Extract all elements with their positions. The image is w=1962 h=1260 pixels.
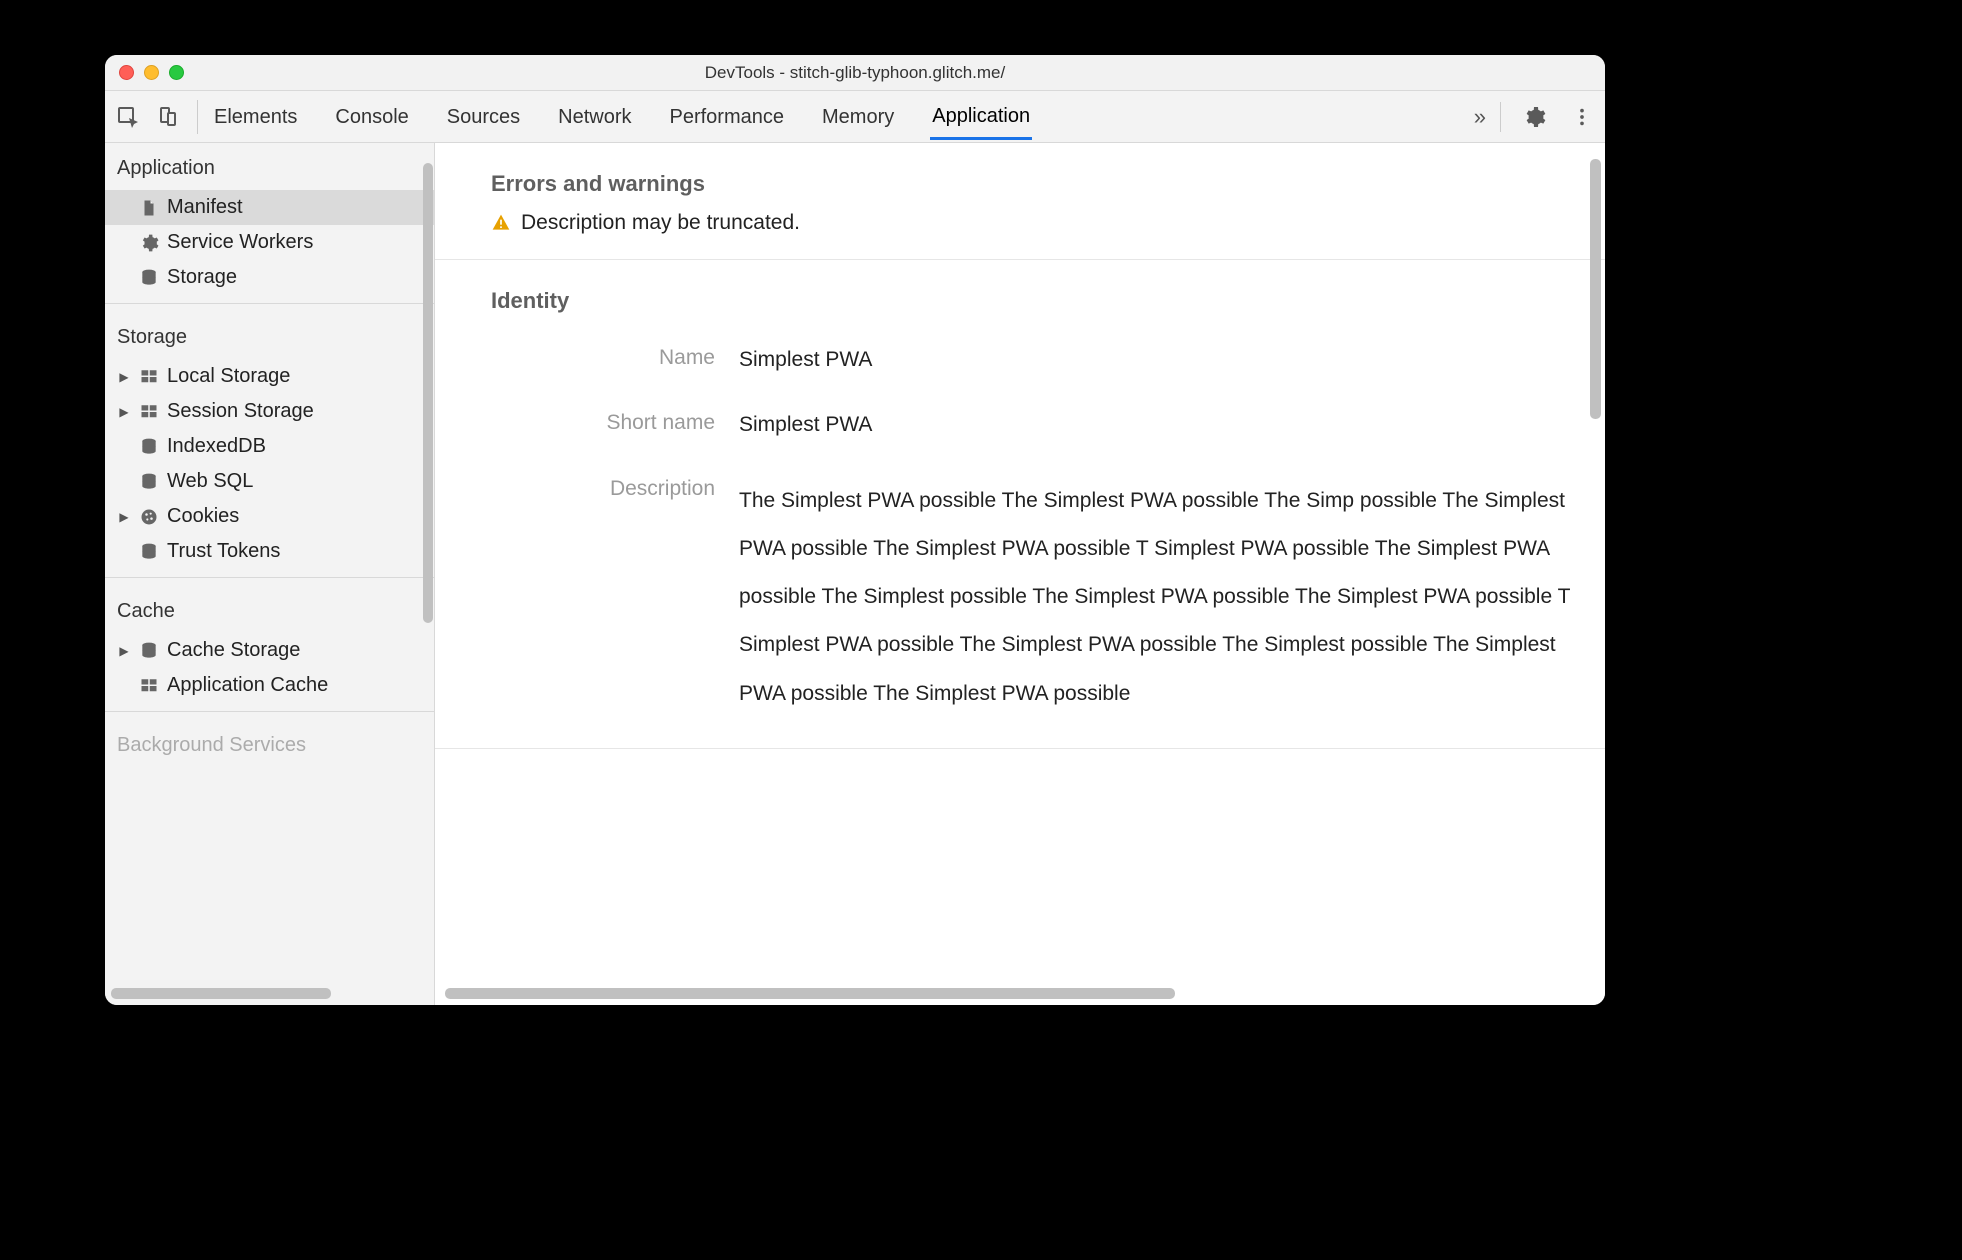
cookie-icon	[139, 507, 159, 527]
warning-icon	[491, 213, 511, 233]
database-icon	[139, 437, 159, 457]
database-icon	[139, 268, 159, 288]
device-toolbar-icon[interactable]	[153, 102, 183, 132]
sidebar-item-label: Cache Storage	[167, 639, 300, 662]
table-icon	[139, 368, 159, 386]
sidebar-h-scrollbar-thumb[interactable]	[111, 988, 331, 999]
database-icon	[139, 472, 159, 492]
sidebar-section-faded: Background Services	[105, 720, 434, 757]
section-divider	[435, 748, 1605, 749]
panel-body: Application Manifest Service Workers Storag…	[105, 143, 1605, 1005]
short-name-value: Simplest PWA	[739, 411, 1605, 438]
sidebar-item-label: IndexedDB	[167, 435, 266, 458]
sidebar-item-label: Application Cache	[167, 674, 328, 697]
name-label: Name	[435, 346, 715, 373]
tab-application[interactable]: Application	[930, 93, 1032, 140]
window-title: DevTools - stitch-glib-typhoon.glitch.me…	[105, 63, 1605, 83]
table-icon	[139, 403, 159, 421]
tab-console[interactable]: Console	[333, 94, 410, 139]
sidebar-divider	[105, 711, 434, 712]
sidebar-section-header: Application	[105, 143, 434, 190]
application-sidebar[interactable]: Application Manifest Service Workers Storag…	[105, 143, 435, 1005]
close-window-button[interactable]	[119, 65, 134, 80]
main-scrollbar-thumb[interactable]	[1590, 159, 1601, 419]
traffic-lights	[119, 65, 184, 80]
panel-tabs: Elements Console Sources Network Performance…	[212, 93, 1032, 140]
manifest-panel: Errors and warnings Description may be t…	[435, 143, 1605, 1005]
sidebar-item-label: Local Storage	[167, 365, 290, 388]
errors-heading: Errors and warnings	[435, 143, 1605, 205]
inspect-element-icon[interactable]	[113, 102, 143, 132]
sidebar-item-label: Service Workers	[167, 231, 313, 254]
file-icon	[139, 198, 159, 218]
sidebar-item-label: Manifest	[167, 196, 243, 219]
sidebar-item-local-storage[interactable]: ▶ Local Storage	[105, 359, 434, 394]
sidebar-scrollbar-thumb[interactable]	[423, 163, 433, 623]
table-icon	[139, 677, 159, 695]
sidebar-item-manifest[interactable]: Manifest	[105, 190, 434, 225]
main-h-scrollbar[interactable]	[435, 988, 1605, 999]
tab-performance[interactable]: Performance	[668, 94, 787, 139]
sidebar-item-indexeddb[interactable]: IndexedDB	[105, 429, 434, 464]
tab-network[interactable]: Network	[556, 94, 633, 139]
tree-disclosure-icon[interactable]: ▶	[117, 405, 131, 419]
sidebar-item-application-cache[interactable]: Application Cache	[105, 668, 434, 703]
tab-memory[interactable]: Memory	[820, 94, 896, 139]
sidebar-item-web-sql[interactable]: Web SQL	[105, 464, 434, 499]
sidebar-section-header: Cache	[105, 586, 434, 633]
sidebar-item-label: Storage	[167, 266, 237, 289]
tab-elements[interactable]: Elements	[212, 94, 299, 139]
minimize-window-button[interactable]	[144, 65, 159, 80]
tree-disclosure-icon[interactable]: ▶	[117, 644, 131, 658]
short-name-label: Short name	[435, 411, 715, 438]
name-value: Simplest PWA	[739, 346, 1605, 373]
zoom-window-button[interactable]	[169, 65, 184, 80]
kebab-menu-icon[interactable]	[1567, 102, 1597, 132]
sidebar-item-cookies[interactable]: ▶ Cookies	[105, 499, 434, 534]
sidebar-item-service-workers[interactable]: Service Workers	[105, 225, 434, 260]
description-label: Description	[435, 477, 715, 718]
main-toolbar: Elements Console Sources Network Performance…	[105, 91, 1605, 143]
sidebar-item-cache-storage[interactable]: ▶ Cache Storage	[105, 633, 434, 668]
identity-heading: Identity	[435, 260, 1605, 322]
database-icon	[139, 641, 159, 661]
titlebar: DevTools - stitch-glib-typhoon.glitch.me…	[105, 55, 1605, 91]
sidebar-item-session-storage[interactable]: ▶ Session Storage	[105, 394, 434, 429]
database-icon	[139, 542, 159, 562]
more-tabs-icon[interactable]: »	[1474, 104, 1482, 130]
toolbar-divider	[1500, 102, 1501, 132]
sidebar-section-header: Storage	[105, 312, 434, 359]
sidebar-item-label: Cookies	[167, 505, 239, 528]
sidebar-divider	[105, 577, 434, 578]
sidebar-item-label: Web SQL	[167, 470, 253, 493]
sidebar-item-storage[interactable]: Storage	[105, 260, 434, 295]
sidebar-item-label: Session Storage	[167, 400, 314, 423]
warning-text: Description may be truncated.	[521, 211, 800, 235]
sidebar-divider	[105, 303, 434, 304]
devtools-window: DevTools - stitch-glib-typhoon.glitch.me…	[105, 55, 1605, 1005]
tree-disclosure-icon[interactable]: ▶	[117, 510, 131, 524]
sidebar-item-label: Trust Tokens	[167, 540, 280, 563]
warning-row: Description may be truncated.	[435, 205, 1605, 259]
settings-icon[interactable]	[1519, 102, 1549, 132]
description-value: The Simplest PWA possible The Simplest P…	[739, 477, 1605, 718]
identity-grid: Name Simplest PWA Short name Simplest PW…	[435, 322, 1605, 748]
tree-disclosure-icon[interactable]: ▶	[117, 370, 131, 384]
gear-icon	[139, 233, 159, 253]
sidebar-item-trust-tokens[interactable]: Trust Tokens	[105, 534, 434, 569]
tab-sources[interactable]: Sources	[445, 94, 522, 139]
